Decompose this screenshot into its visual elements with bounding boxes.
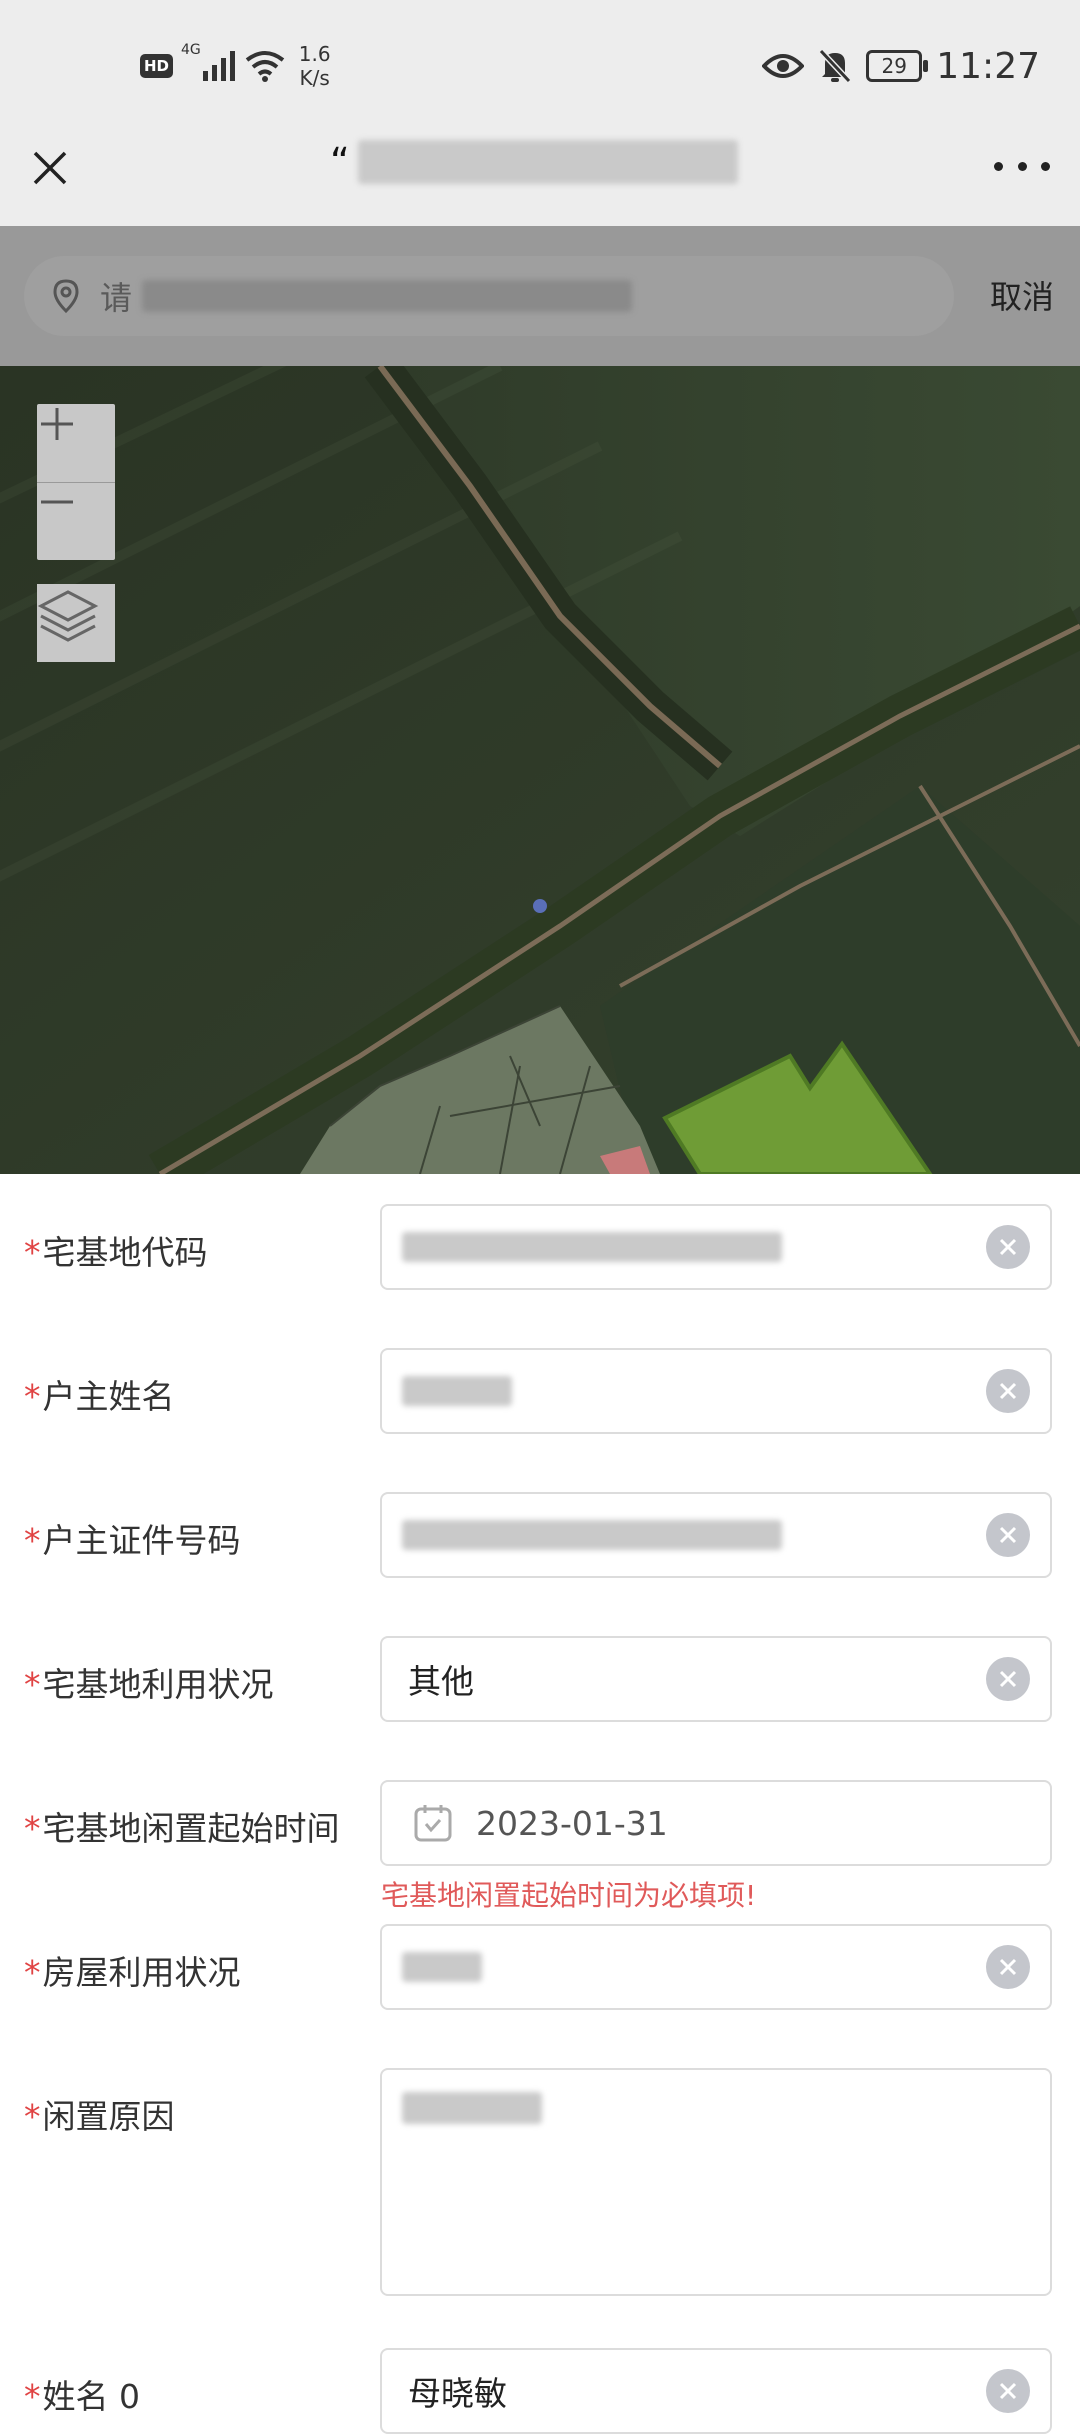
homestead-usage-select[interactable]: 其他 [380,1636,1052,1722]
field-value-redacted [402,1232,782,1262]
nav-bar: “ [0,132,1080,226]
clear-button[interactable] [986,1513,1030,1557]
battery-icon: 29 [866,50,929,82]
more-button[interactable] [994,154,1050,178]
hd-badge: HD [140,54,174,78]
required-mark: * [24,1233,41,1272]
field-label-owner-name: *户主姓名 [24,1377,175,1416]
network-type: 4G [181,42,201,58]
status-left: HD 4G 1.6 K/s [140,40,331,92]
field-value-redacted [402,2092,542,2124]
signal-icon [202,51,235,81]
location-pin-icon [53,279,79,314]
layers-icon [37,590,99,642]
clock: 11:27 [936,45,1040,87]
search-placeholder: 请 [100,273,633,319]
field-label-idle-start-date: *宅基地闲置起始时间 [24,1809,340,1848]
clear-icon [999,1238,1017,1256]
satellite-imagery [0,366,1080,1174]
owner-name-input[interactable] [380,1348,1052,1434]
search-placeholder-redacted [142,280,633,312]
wifi-icon [245,51,285,82]
clear-icon [999,1670,1017,1688]
homestead-code-input[interactable] [380,1204,1052,1290]
cancel-button[interactable]: 取消 [990,272,1054,318]
house-usage-select[interactable] [380,1924,1052,2010]
field-label-name-0: *姓名 0 [24,2377,140,2416]
clear-button[interactable] [986,1369,1030,1413]
title-redacted [357,140,738,184]
field-value-redacted [402,1952,482,1982]
title-prefix: “ [330,140,350,184]
zoom-out-button[interactable] [37,482,115,560]
field-label-house-usage: *房屋利用状况 [24,1953,241,1992]
search-input[interactable]: 请 [24,256,954,336]
idle-start-date-picker[interactable]: 2023-01-31 [380,1780,1052,1866]
network-speed: 1.6 K/s [299,42,331,90]
calendar-icon [414,1805,452,1842]
field-value: 母晓敏 [408,2374,507,2413]
name-0-input[interactable]: 母晓敏 [380,2348,1052,2434]
clear-button[interactable] [986,1657,1030,1701]
close-button[interactable] [28,146,72,190]
clear-icon [999,2382,1017,2400]
page-title: “ [330,140,738,184]
clear-icon [999,1526,1017,1544]
owner-id-input[interactable] [380,1492,1052,1578]
field-value-redacted [402,1520,782,1550]
layers-button[interactable] [37,584,115,662]
zoom-control [37,404,115,560]
validation-error: 宅基地闲置起始时间为必填项! [381,1879,757,1912]
date-value: 2023-01-31 [476,1803,668,1843]
field-label-idle-reason: *闲置原因 [24,2097,175,2136]
idle-reason-textarea[interactable] [380,2068,1052,2296]
mute-bell-icon [819,48,852,84]
clear-button[interactable] [986,1225,1030,1269]
search-bar: 请 取消 [0,226,1080,366]
status-right: 29 11:27 [762,40,1040,92]
plus-icon [41,408,73,440]
field-value-redacted [402,1376,512,1406]
minus-icon [41,500,73,504]
field-value: 其他 [408,1662,474,1701]
clear-button[interactable] [986,1945,1030,1989]
map-view[interactable] [0,366,1080,1174]
more-icon [994,161,1003,171]
search-placeholder-text: 请 [100,279,133,317]
field-label-owner-id: *户主证件号码 [24,1521,241,1560]
status-bar: HD 4G 1.6 K/s 29 11:27 [0,0,1080,132]
field-label-homestead-code: *宅基地代码 [24,1233,208,1272]
close-icon [33,151,67,185]
speed-value: 1.6 [298,42,331,66]
eye-icon [762,54,805,78]
speed-unit: K/s [299,66,330,90]
clear-icon [999,1382,1017,1400]
clear-icon [999,1958,1017,1976]
zoom-in-button[interactable] [37,404,115,483]
field-label-homestead-usage: *宅基地利用状况 [24,1665,274,1704]
clear-button[interactable] [986,2369,1030,2413]
